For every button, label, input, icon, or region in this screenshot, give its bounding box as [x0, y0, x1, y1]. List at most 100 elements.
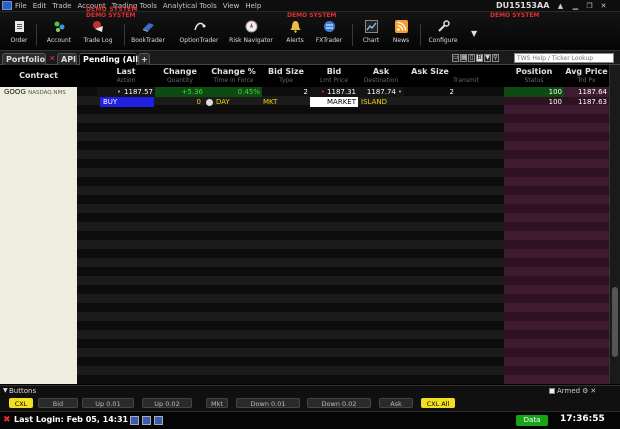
avg-price-cell[interactable]: 1187.64: [564, 87, 609, 97]
tab-pending-all[interactable]: Pending (All): [79, 53, 142, 65]
demo-system-banner: DEMO SYSTEM: [86, 12, 136, 19]
bid-size-cell[interactable]: 2: [262, 87, 310, 97]
order-button[interactable]: Order: [8, 20, 30, 50]
grid-icon[interactable]: ▦: [460, 54, 467, 62]
add-tab-button[interactable]: +: [138, 53, 150, 65]
collapse-icon[interactable]: ▼: [3, 387, 8, 394]
lock-icon[interactable]: ▯: [468, 54, 475, 62]
risk-navigator-icon: [245, 20, 257, 33]
column-header-change[interactable]: Change: [155, 67, 205, 76]
account-label: Account: [46, 37, 72, 44]
alerts-button[interactable]: Alerts: [284, 20, 306, 50]
bid-tick-icon: •: [320, 88, 326, 96]
armed-checkbox[interactable]: [549, 388, 555, 394]
font-size-control[interactable]: AA: [537, 0, 549, 12]
link-icon[interactable]: ⚲: [492, 54, 499, 62]
order-action-cell[interactable]: BUY: [100, 97, 154, 107]
close-panel-icon[interactable]: ✕: [590, 387, 596, 395]
market-button[interactable]: Mkt: [206, 398, 228, 408]
menu-trade[interactable]: Trade: [52, 0, 71, 12]
contract-cell[interactable]: GOOG NASDAQ.NMS: [0, 87, 77, 97]
settings-icon[interactable]: ⚙: [582, 387, 588, 395]
column-header-contract[interactable]: Contract: [0, 71, 77, 80]
scrollbar-thumb[interactable]: [612, 287, 618, 357]
configure-button[interactable]: Configure: [426, 20, 460, 50]
restore-icon[interactable]: ❐: [585, 2, 594, 10]
tab-portfolio[interactable]: Portfolio: [2, 53, 46, 65]
order-position-cell[interactable]: 100: [504, 97, 564, 107]
cancel-button[interactable]: CXL: [9, 398, 33, 408]
change-cell[interactable]: +5.36: [155, 87, 205, 97]
fxtrader-icon: [323, 21, 335, 32]
column-header-position[interactable]: Position: [504, 67, 564, 76]
bid-button[interactable]: Bid: [38, 398, 78, 408]
bold-icon[interactable]: B: [476, 54, 483, 62]
trade-log-button[interactable]: Trade Log: [80, 20, 116, 50]
last-price-cell[interactable]: • 1187.57: [97, 87, 155, 97]
order-quantity-cell[interactable]: 0: [155, 97, 203, 107]
menu-analytical-tools[interactable]: Analytical Tools: [163, 0, 217, 12]
cancel-all-button[interactable]: CXL All: [421, 398, 455, 408]
chart-button[interactable]: Chart: [360, 20, 382, 50]
ask-button[interactable]: Ask: [379, 398, 413, 408]
menu-file[interactable]: File: [15, 0, 27, 12]
tab-api[interactable]: API: [57, 53, 77, 65]
fxtrader-button[interactable]: FXTrader: [314, 20, 344, 50]
market-data-row[interactable]: GOOG NASDAQ.NMS • 1187.57 +5.36 0.45% 2 •…: [0, 87, 609, 97]
close-icon[interactable]: ✕: [599, 2, 608, 10]
bid-cell[interactable]: • 1187.31: [310, 87, 358, 97]
down-002-button[interactable]: Down 0.02: [307, 398, 371, 408]
column-header-avg-price[interactable]: Avg Price: [564, 67, 609, 76]
filter-icon[interactable]: ▼: [484, 54, 491, 62]
column-header-bid-size[interactable]: Bid Size: [262, 67, 310, 76]
minimize-icon[interactable]: ▁: [571, 2, 580, 10]
ask-size-cell[interactable]: 2: [404, 87, 456, 97]
demo-system-banner: DEMO SYSTEM: [287, 12, 337, 19]
order-tif-cell[interactable]: DAY: [206, 97, 262, 107]
order-avg-price-cell[interactable]: 1187.63: [564, 97, 609, 107]
app-logo-icon[interactable]: [2, 1, 12, 10]
booktrader-icon: [142, 23, 154, 32]
optiontrader-button[interactable]: OptionTrader: [178, 20, 220, 50]
position-column: [504, 87, 609, 384]
column-header-ask-size[interactable]: Ask Size: [404, 67, 456, 76]
column-header-ask[interactable]: Ask: [358, 67, 404, 76]
column-subheader-transmit: Transmit: [453, 77, 479, 84]
ask-cell[interactable]: 1187.74 •: [358, 87, 404, 97]
ticker-lookup-input[interactable]: [514, 53, 614, 63]
order-row[interactable]: BUY 0 DAY MKT MARKET ISLAND 100 1187.63: [0, 97, 609, 107]
up-001-button[interactable]: Up 0.01: [82, 398, 134, 408]
up-002-button[interactable]: Up 0.02: [142, 398, 192, 408]
risk-navigator-button[interactable]: Risk Navigator: [229, 20, 273, 50]
armed-toggle[interactable]: Armed ⚙ ✕: [549, 387, 596, 395]
account-button[interactable]: Account: [44, 20, 74, 50]
layout-grid-icon[interactable]: [142, 416, 151, 425]
menu-view[interactable]: View: [223, 0, 240, 12]
data-status-button[interactable]: Data: [516, 415, 548, 426]
font-size-icon[interactable]: ▲: [556, 2, 565, 10]
toolbar-more-icon[interactable]: ▼: [471, 29, 477, 38]
column-subheader-type: Type: [279, 77, 293, 84]
tab-close-icon[interactable]: ✕: [49, 54, 56, 63]
menu-help[interactable]: Help: [245, 0, 261, 12]
column-header-last[interactable]: Last: [97, 67, 155, 76]
news-button[interactable]: News: [390, 20, 412, 50]
change-pct-cell[interactable]: 0.45%: [205, 87, 262, 97]
clock: 17:36:55: [560, 414, 605, 424]
down-001-button[interactable]: Down 0.01: [236, 398, 300, 408]
menu-edit[interactable]: Edit: [33, 0, 47, 12]
column-header-change-pct[interactable]: Change %: [205, 67, 262, 76]
layout-single-icon[interactable]: [130, 416, 139, 425]
order-type-cell[interactable]: MKT: [263, 97, 310, 107]
order-lmt-price-cell[interactable]: MARKET: [310, 97, 358, 107]
order-destination-cell[interactable]: ISLAND: [361, 97, 406, 107]
layout-split-icon[interactable]: [154, 416, 163, 425]
news-icon: [394, 20, 408, 33]
column-header-bid[interactable]: Bid: [310, 67, 358, 76]
vertical-scrollbar[interactable]: [609, 65, 620, 384]
trade-log-icon: [92, 21, 103, 32]
booktrader-button[interactable]: BookTrader: [130, 20, 166, 50]
layout-icon[interactable]: ▭: [452, 54, 459, 62]
position-cell[interactable]: 100: [504, 87, 564, 97]
buttons-panel: ▼ Buttons CXL Bid Up 0.01 Up 0.02 Mkt Do…: [0, 385, 620, 411]
